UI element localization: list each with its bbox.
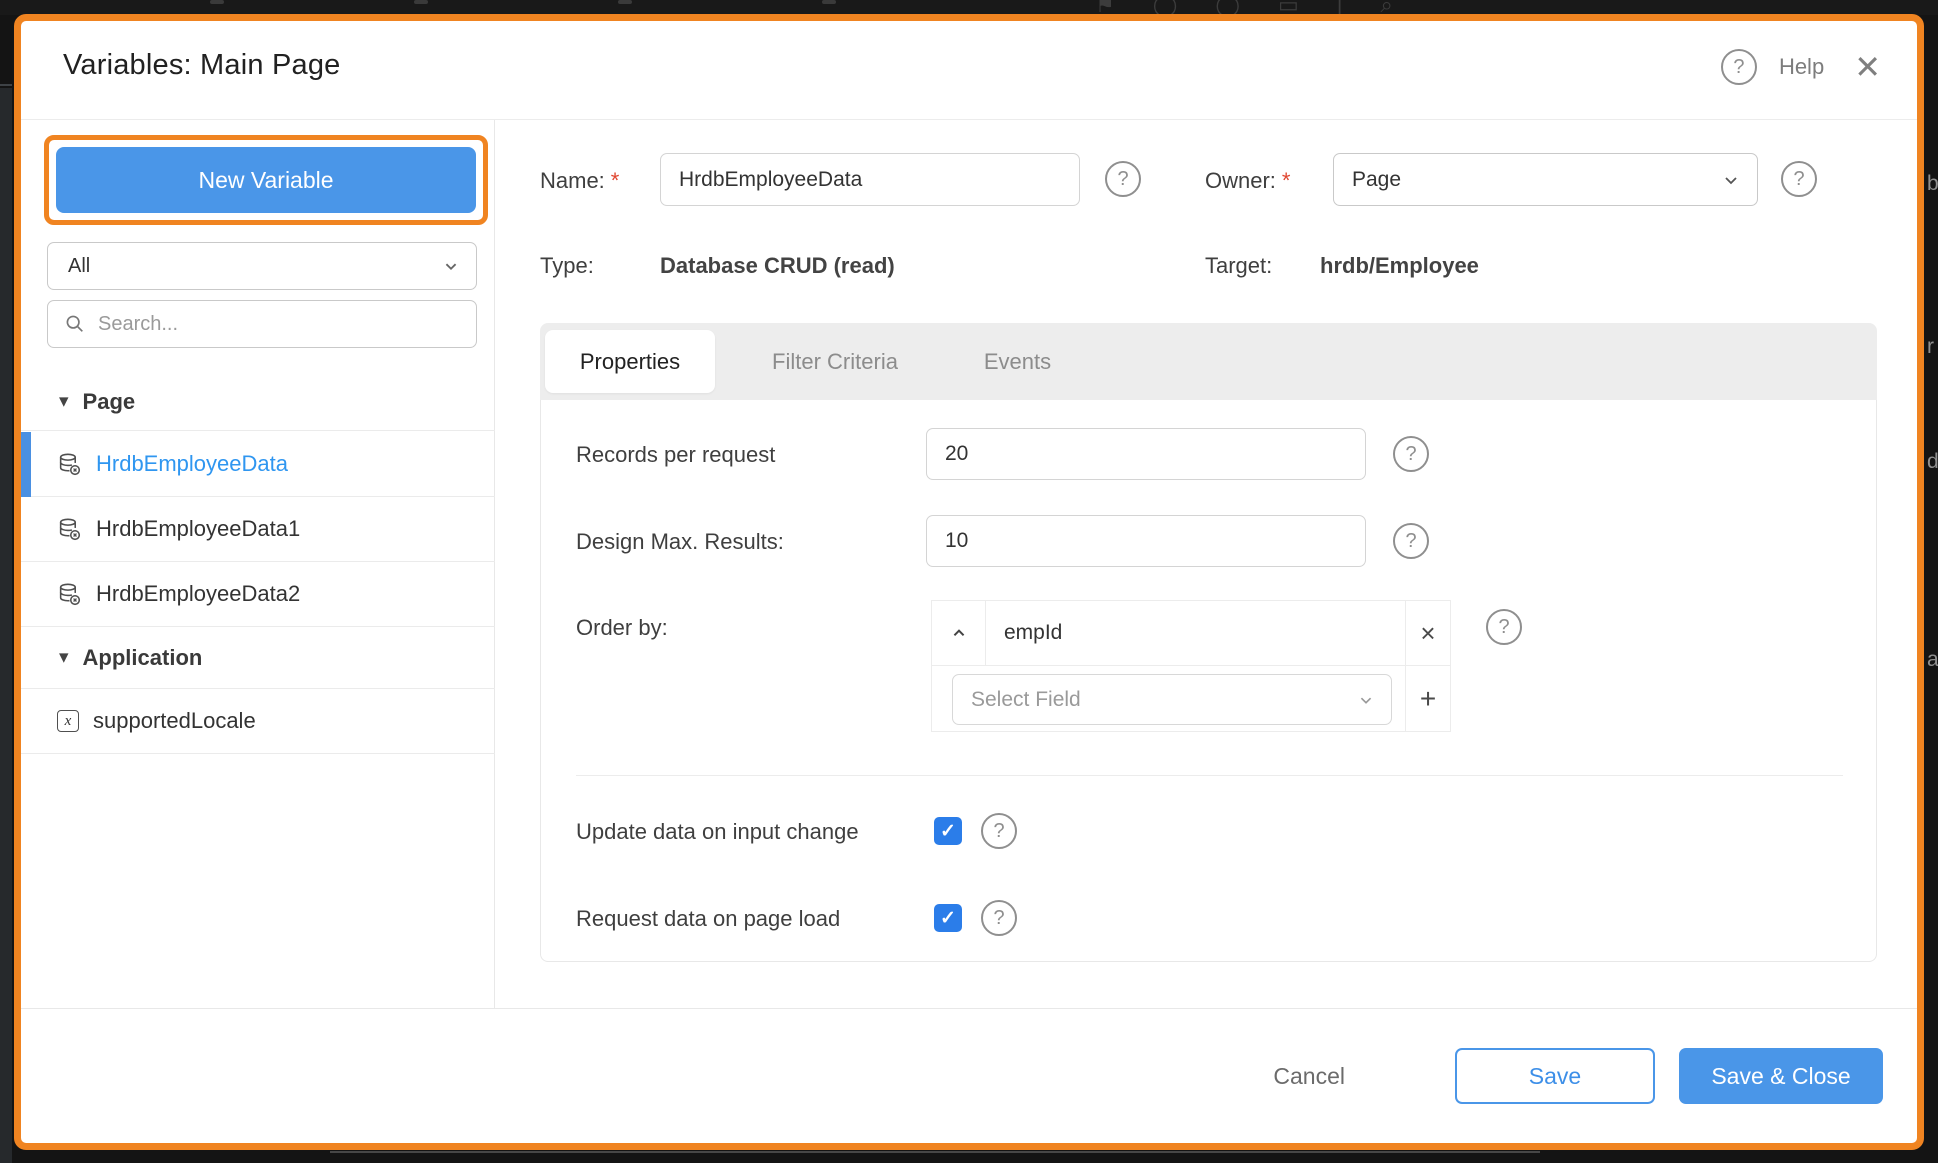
cancel-button[interactable]: Cancel [1273,1063,1345,1090]
background-clipped-text: d [1927,450,1938,474]
order-by-new-row-cell: Select Field [931,665,1406,732]
add-order-button[interactable]: + [1405,665,1451,732]
screen: ⚑ ◯ ◯ ▭ | ⌕ b r d a Variables: Main Page… [0,0,1938,1163]
target-value: hrdb/Employee [1320,253,1479,279]
design-max-results-label: Design Max. Results: [576,529,784,555]
background-clipped-text: a [1927,648,1938,672]
records-per-request-input[interactable] [926,428,1366,480]
records-per-request-label: Records per request [576,442,775,468]
sidebar-item-supportedlocale[interactable]: x supportedLocale [21,689,495,754]
sidebar-section-page[interactable]: ▾ Page [21,373,495,431]
chevron-down-icon [440,255,462,277]
search-input[interactable] [86,313,476,336]
database-crud-icon [57,582,82,607]
database-crud-icon [57,517,82,542]
request-on-page-load-checkbox[interactable]: ✓ [934,904,962,932]
section-collapse-icon[interactable]: ▾ [59,646,69,669]
sidebar-section-application[interactable]: ▾ Application [21,627,495,689]
chevron-down-icon [1355,689,1377,711]
design-max-results-input[interactable] [926,515,1366,567]
variable-icon: x [57,710,79,732]
type-label: Type: [540,253,594,279]
dialog-footer: Cancel Save Save & Close [21,1008,1917,1143]
sidebar-item-hrdbemployeedata1[interactable]: HrdbEmployeeData1 [21,497,495,562]
detail-tabs: Properties Filter Criteria Events [540,323,1877,400]
search-icon [64,313,86,335]
owner-help-icon[interactable]: ? [1781,161,1817,197]
sort-direction-button[interactable] [931,600,986,666]
background-canvas-edge [330,1151,1540,1153]
dialog-title: Variables: Main Page [63,49,341,82]
variables-dialog: Variables: Main Page ? Help ✕ New Variab… [14,14,1924,1150]
name-label: Name:* [540,168,619,194]
close-icon[interactable]: ✕ [1846,51,1881,83]
update-on-input-change-label: Update data on input change [576,819,859,845]
select-field-dropdown[interactable]: Select Field [952,674,1392,725]
name-help-icon[interactable]: ? [1105,161,1141,197]
new-variable-highlight: New Variable [44,135,488,225]
dialog-header: Variables: Main Page ? Help ✕ [21,21,1917,120]
background-left-panel-line [0,84,12,86]
owner-select[interactable]: Page [1333,153,1758,206]
chevron-down-icon [1719,168,1743,192]
variable-filter-value: All [48,255,440,278]
owner-value: Page [1334,168,1719,192]
variables-sidebar: New Variable All ▾ Page [21,120,495,1008]
tab-events[interactable]: Events [955,349,1080,375]
section-divider [576,775,1843,776]
required-asterisk: * [611,168,620,193]
chevron-up-icon [948,622,970,644]
save-button[interactable]: Save [1455,1048,1655,1104]
update-on-input-change-help-icon[interactable]: ? [981,813,1017,849]
database-crud-icon [57,452,82,477]
sidebar-item-hrdbemployeedata[interactable]: HrdbEmployeeData [21,432,495,497]
order-by-field[interactable]: empId [985,600,1406,666]
order-by-field-value: empId [986,621,1062,645]
help-link[interactable]: Help [1779,54,1824,80]
owner-label: Owner:* [1205,168,1290,194]
selected-indicator [21,432,31,497]
remove-order-button[interactable]: × [1405,600,1451,666]
order-by-help-icon[interactable]: ? [1486,609,1522,645]
new-variable-button[interactable]: New Variable [56,147,476,213]
required-asterisk: * [1282,168,1291,193]
tab-properties[interactable]: Properties [545,330,715,393]
background-clipped-text: b [1927,172,1938,196]
background-clipped-text: r [1927,335,1934,359]
check-icon: ✓ [940,909,956,928]
background-toolbar: ⚑ ◯ ◯ ▭ | ⌕ [0,0,1938,15]
records-per-request-help-icon[interactable]: ? [1393,436,1429,472]
request-on-page-load-label: Request data on page load [576,906,840,932]
order-by-label: Order by: [576,615,668,641]
background-left-panel-edge [0,88,12,1163]
variable-filter-select[interactable]: All [47,242,477,290]
tab-filter-criteria[interactable]: Filter Criteria [715,349,955,375]
background-toolbar-marks [210,0,836,4]
properties-tab-panel: Records per request ? Design Max. Result… [540,400,1877,962]
save-and-close-button[interactable]: Save & Close [1679,1048,1883,1104]
sidebar-item-hrdbemployeedata2[interactable]: HrdbEmployeeData2 [21,562,495,627]
variable-detail-panel: Name:* ? Owner:* Page ? Type: Database C… [495,120,1917,1008]
check-icon: ✓ [940,822,956,841]
name-input[interactable] [660,153,1080,206]
update-on-input-change-checkbox[interactable]: ✓ [934,817,962,845]
help-icon[interactable]: ? [1721,49,1757,85]
select-field-placeholder: Select Field [953,688,1355,712]
target-label: Target: [1205,253,1272,279]
design-max-results-help-icon[interactable]: ? [1393,523,1429,559]
search-box [47,300,477,348]
request-on-page-load-help-icon[interactable]: ? [981,900,1017,936]
section-collapse-icon[interactable]: ▾ [59,390,69,413]
type-value: Database CRUD (read) [660,253,895,279]
